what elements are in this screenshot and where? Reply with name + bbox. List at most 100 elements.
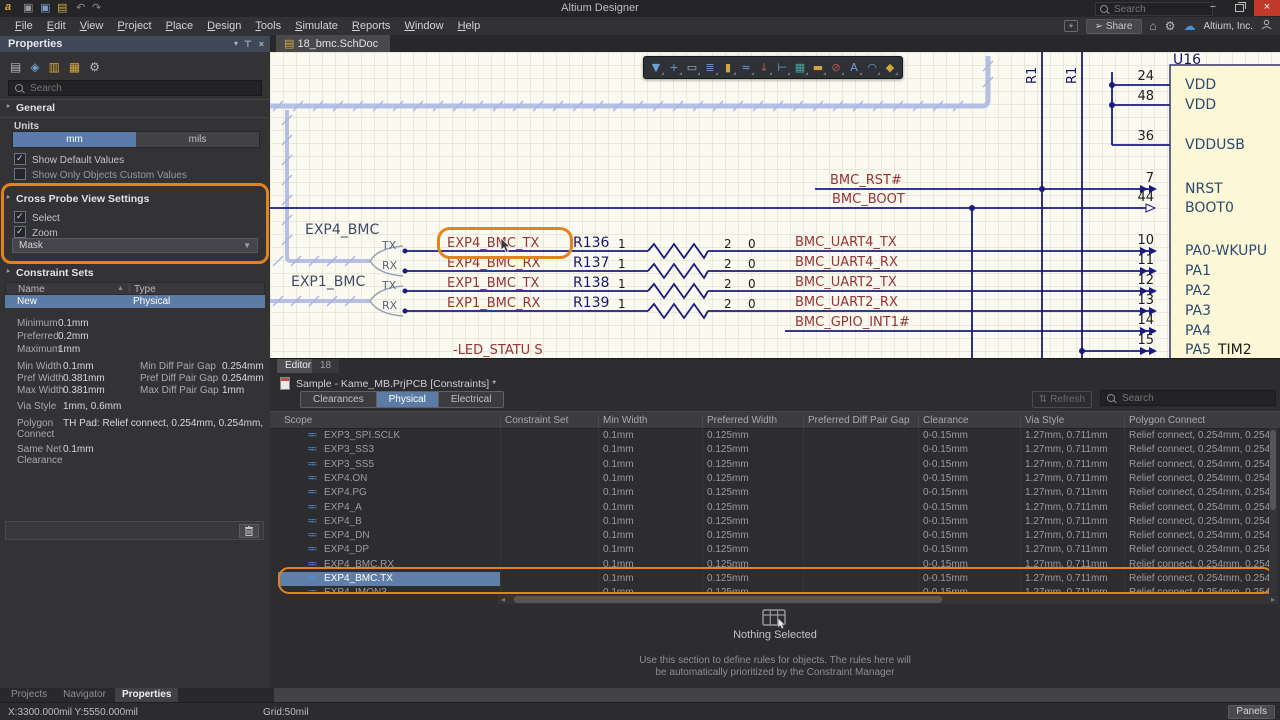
section-general[interactable]: General xyxy=(0,102,270,116)
menu-place[interactable]: Place xyxy=(159,18,201,34)
preferred-value[interactable]: 0.2mm xyxy=(58,331,89,342)
min-gap-value[interactable]: 0.254mm xyxy=(222,361,264,372)
align-icon[interactable]: ≣ xyxy=(701,58,719,77)
save-all-icon[interactable]: ▣ xyxy=(40,1,50,14)
table-row[interactable]: ≈≈EXP4_DN0.1mm0.125mm0-0.15mm1.27mm, 0.7… xyxy=(270,529,1280,543)
port-name[interactable]: PA0-WKUPU xyxy=(1185,243,1267,259)
column-header-constraint-set[interactable]: Constraint Set xyxy=(505,415,568,426)
open-icon[interactable]: ▤ xyxy=(57,1,67,14)
global-search[interactable] xyxy=(1095,2,1213,16)
editor-search[interactable] xyxy=(1100,390,1276,406)
wire-icon[interactable]: ≈ xyxy=(737,58,755,77)
section-constraint-sets[interactable]: Constraint Sets xyxy=(0,267,270,281)
port-name[interactable]: VDD xyxy=(1185,77,1216,93)
net-label[interactable]: -LED_STATU S xyxy=(453,343,543,358)
net-label[interactable]: EXP1_BMC_TX xyxy=(447,276,539,291)
table-row[interactable]: ≈≈EXP4_IMON30.1mm0.125mm0-0.15mm1.27mm, … xyxy=(270,586,1280,594)
resistor-designator[interactable]: R139 xyxy=(573,295,609,311)
maximum-value[interactable]: 1mm xyxy=(58,344,80,355)
mask-dropdown[interactable]: Mask▼ xyxy=(12,238,258,253)
filter-icon[interactable]: ▼ xyxy=(647,58,665,77)
resistor-designator[interactable]: R138 xyxy=(573,275,609,291)
table-row[interactable]: ≈≈EXP4_BMC.RX0.1mm0.125mm0-0.15mm1.27mm,… xyxy=(270,558,1280,572)
share-button[interactable]: ➢ Share xyxy=(1086,19,1142,34)
menu-reports[interactable]: Reports xyxy=(345,18,398,34)
net-label-icon[interactable]: ▬ xyxy=(809,58,827,77)
net-label[interactable]: EXP1_BMC_RX xyxy=(447,296,540,311)
power-port-icon[interactable]: ↓ xyxy=(755,58,773,77)
menu-help[interactable]: Help xyxy=(451,18,488,34)
scroll-left-icon[interactable]: ◂ xyxy=(501,595,505,604)
show-only-custom-checkbox[interactable]: Show Only Objects Custom Values xyxy=(14,168,187,181)
gear-icon[interactable]: ⚙ xyxy=(1165,19,1176,33)
parameter-icon[interactable]: ◆ xyxy=(881,58,899,77)
undo-icon[interactable]: ↶ xyxy=(76,1,85,14)
show-default-values-checkbox[interactable]: Show Default Values xyxy=(14,153,124,166)
properties-search[interactable] xyxy=(8,80,262,96)
table-row[interactable]: ≈≈EXP3_SS30.1mm0.125mm0-0.15mm1.27mm, 0.… xyxy=(270,443,1280,457)
scroll-right-icon[interactable]: ▸ xyxy=(1271,595,1275,604)
min-width-value[interactable]: 0.1mm xyxy=(63,361,94,372)
save-icon[interactable]: ▣ xyxy=(23,1,33,14)
document-tab[interactable]: ▤ 18_bmc.SchDoc xyxy=(276,35,390,52)
editor-search-input[interactable] xyxy=(1120,392,1254,405)
panel-tab-navigator[interactable]: Navigator xyxy=(56,688,113,702)
restore-button[interactable] xyxy=(1226,0,1252,16)
close-button[interactable]: × xyxy=(1254,0,1280,16)
units-mm-button[interactable]: mm xyxy=(13,132,136,147)
column-header-preferred-diff-pair-gap[interactable]: Preferred Diff Pair Gap xyxy=(808,415,910,426)
minimize-button[interactable]: − xyxy=(1200,0,1226,16)
pref-width-value[interactable]: 0.381mm xyxy=(63,373,105,384)
net-label[interactable]: BMC_GPIO_INT1# xyxy=(795,315,910,330)
menu-design[interactable]: Design xyxy=(200,18,248,34)
settings-icon[interactable]: ⚙ xyxy=(89,60,100,74)
max-gap-value[interactable]: 1mm xyxy=(222,385,244,396)
menu-simulate[interactable]: Simulate xyxy=(288,18,345,34)
minimum-value[interactable]: 0.1mm xyxy=(58,318,89,329)
port-name[interactable]: NRST xyxy=(1185,181,1223,197)
polygon-connect-value[interactable]: TH Pad: Relief connect, 0.254mm, 0.254mm… xyxy=(63,418,265,429)
table-row[interactable]: ≈≈EXP4_DP0.1mm0.125mm0-0.15mm1.27mm, 0.7… xyxy=(270,543,1280,557)
name-column-header[interactable]: Name xyxy=(18,284,45,295)
port-name[interactable]: VDDUSB xyxy=(1185,137,1245,153)
resistor-designator[interactable]: R136 xyxy=(573,235,609,251)
tab-18[interactable]: 18 xyxy=(312,359,339,373)
region-select-icon[interactable]: ▭ xyxy=(683,58,701,77)
port-name[interactable]: BOOT0 xyxy=(1185,200,1234,216)
tab-electrical[interactable]: Electrical xyxy=(439,392,504,407)
net-label[interactable]: BMC_BOOT xyxy=(832,192,905,207)
port-name[interactable]: PA1 xyxy=(1185,263,1211,279)
scrollbar-thumb[interactable] xyxy=(514,596,942,603)
pin-icon[interactable]: ⊤ xyxy=(244,39,252,50)
schematic-canvas[interactable]: ▼+▭≣▮≈↓⊢▦▬⊘A◠◆ EXP4_BMC EXP1_BMC BMC_RST… xyxy=(270,52,1280,358)
table-row[interactable]: ≈≈EXP3_SPI.SCLK0.1mm0.125mm0-0.15mm1.27m… xyxy=(270,429,1280,443)
section-cross-probe[interactable]: Cross Probe View Settings xyxy=(0,193,270,207)
menu-tools[interactable]: Tools xyxy=(248,18,288,34)
port-name[interactable]: PA3 xyxy=(1185,303,1211,319)
component-designator[interactable]: U16 xyxy=(1173,52,1201,68)
folder-settings-icon[interactable]: ▦ xyxy=(69,60,80,74)
harness-label[interactable]: EXP1_BMC xyxy=(291,274,365,290)
column-header-via-style[interactable]: Via Style xyxy=(1025,415,1064,426)
no-erc-icon[interactable]: ⊘ xyxy=(827,58,845,77)
delete-button[interactable] xyxy=(239,524,259,538)
harness-label[interactable]: EXP4_BMC xyxy=(305,222,379,238)
folder-edit-icon[interactable]: ▥ xyxy=(49,60,60,74)
panel-dropdown-icon[interactable]: ▾ xyxy=(234,39,238,48)
max-width-value[interactable]: 0.381mm xyxy=(63,385,105,396)
table-row[interactable]: ≈≈EXP4.PG0.1mm0.125mm0-0.15mm1.27mm, 0.7… xyxy=(270,486,1280,500)
table-row[interactable]: ≈≈EXP4_A0.1mm0.125mm0-0.15mm1.27mm, 0.71… xyxy=(270,501,1280,515)
net-label[interactable]: EXP4_BMC_RX xyxy=(447,256,540,271)
tab-clearances[interactable]: Clearances xyxy=(301,392,377,407)
port-name[interactable]: VDD xyxy=(1185,97,1216,113)
user-icon[interactable] xyxy=(1261,19,1272,33)
via-style-value[interactable]: 1mm, 0.6mm xyxy=(63,401,121,412)
port-name[interactable]: PA5 xyxy=(1185,342,1211,358)
home-icon[interactable]: ⌂ xyxy=(1150,19,1157,33)
table-row[interactable]: ≈≈EXP3_SS50.1mm0.125mm0-0.15mm1.27mm, 0.… xyxy=(270,458,1280,472)
global-search-input[interactable] xyxy=(1112,3,1196,16)
menu-project[interactable]: Project xyxy=(110,18,158,34)
menu-edit[interactable]: Edit xyxy=(40,18,73,34)
constraint-set-row[interactable]: New Physical xyxy=(5,295,265,308)
panel-tab-projects[interactable]: Projects xyxy=(4,688,54,702)
